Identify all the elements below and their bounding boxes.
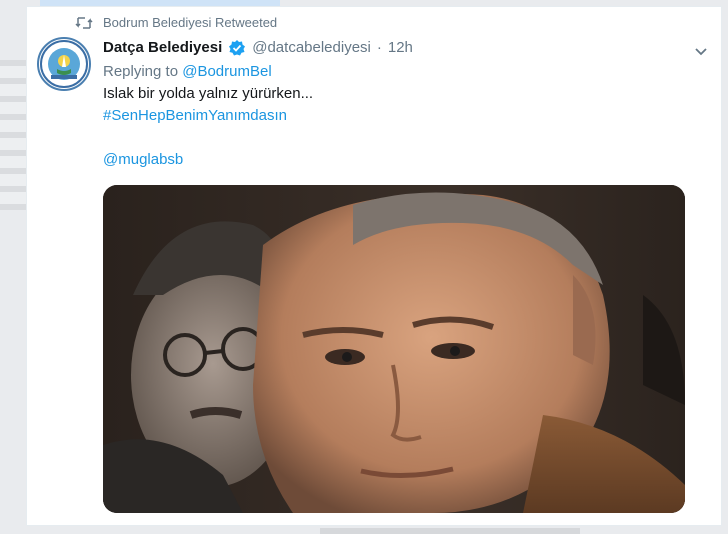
separator-dot: · (376, 39, 382, 56)
background-blur (0, 60, 26, 210)
tweet-card[interactable]: Bodrum Belediyesi Retweeted Datça Beledi… (26, 6, 722, 526)
tweet-header: Datça Belediyesi @datcabelediyesi · 12h (103, 37, 683, 59)
replying-to-link[interactable]: @BodrumBel (182, 63, 271, 80)
background-blur (320, 528, 580, 534)
mention-link[interactable]: @muglabsb (103, 151, 183, 168)
tweet-photo[interactable] (103, 185, 685, 513)
retweet-context: Bodrum Belediyesi Retweeted (75, 15, 277, 30)
tweet-body: Datça Belediyesi @datcabelediyesi · 12h … (103, 37, 683, 171)
verified-badge-icon (228, 39, 246, 57)
replying-to: Replying to @BodrumBel (103, 61, 683, 83)
retweet-icon (75, 16, 93, 30)
tweet-text: Islak bir yolda yalnız yürürken... (103, 85, 314, 102)
avatar[interactable] (37, 37, 91, 91)
author-name[interactable]: Datça Belediyesi (103, 37, 222, 59)
retweet-text[interactable]: Bodrum Belediyesi Retweeted (103, 15, 277, 30)
tweet-timestamp[interactable]: 12h (388, 37, 413, 59)
hashtag-link[interactable]: #SenHepBenimYanımdasın (103, 107, 287, 124)
replying-prefix: Replying to (103, 63, 179, 80)
chevron-down-icon[interactable] (691, 41, 711, 61)
author-handle[interactable]: @datcabelediyesi (252, 37, 371, 59)
